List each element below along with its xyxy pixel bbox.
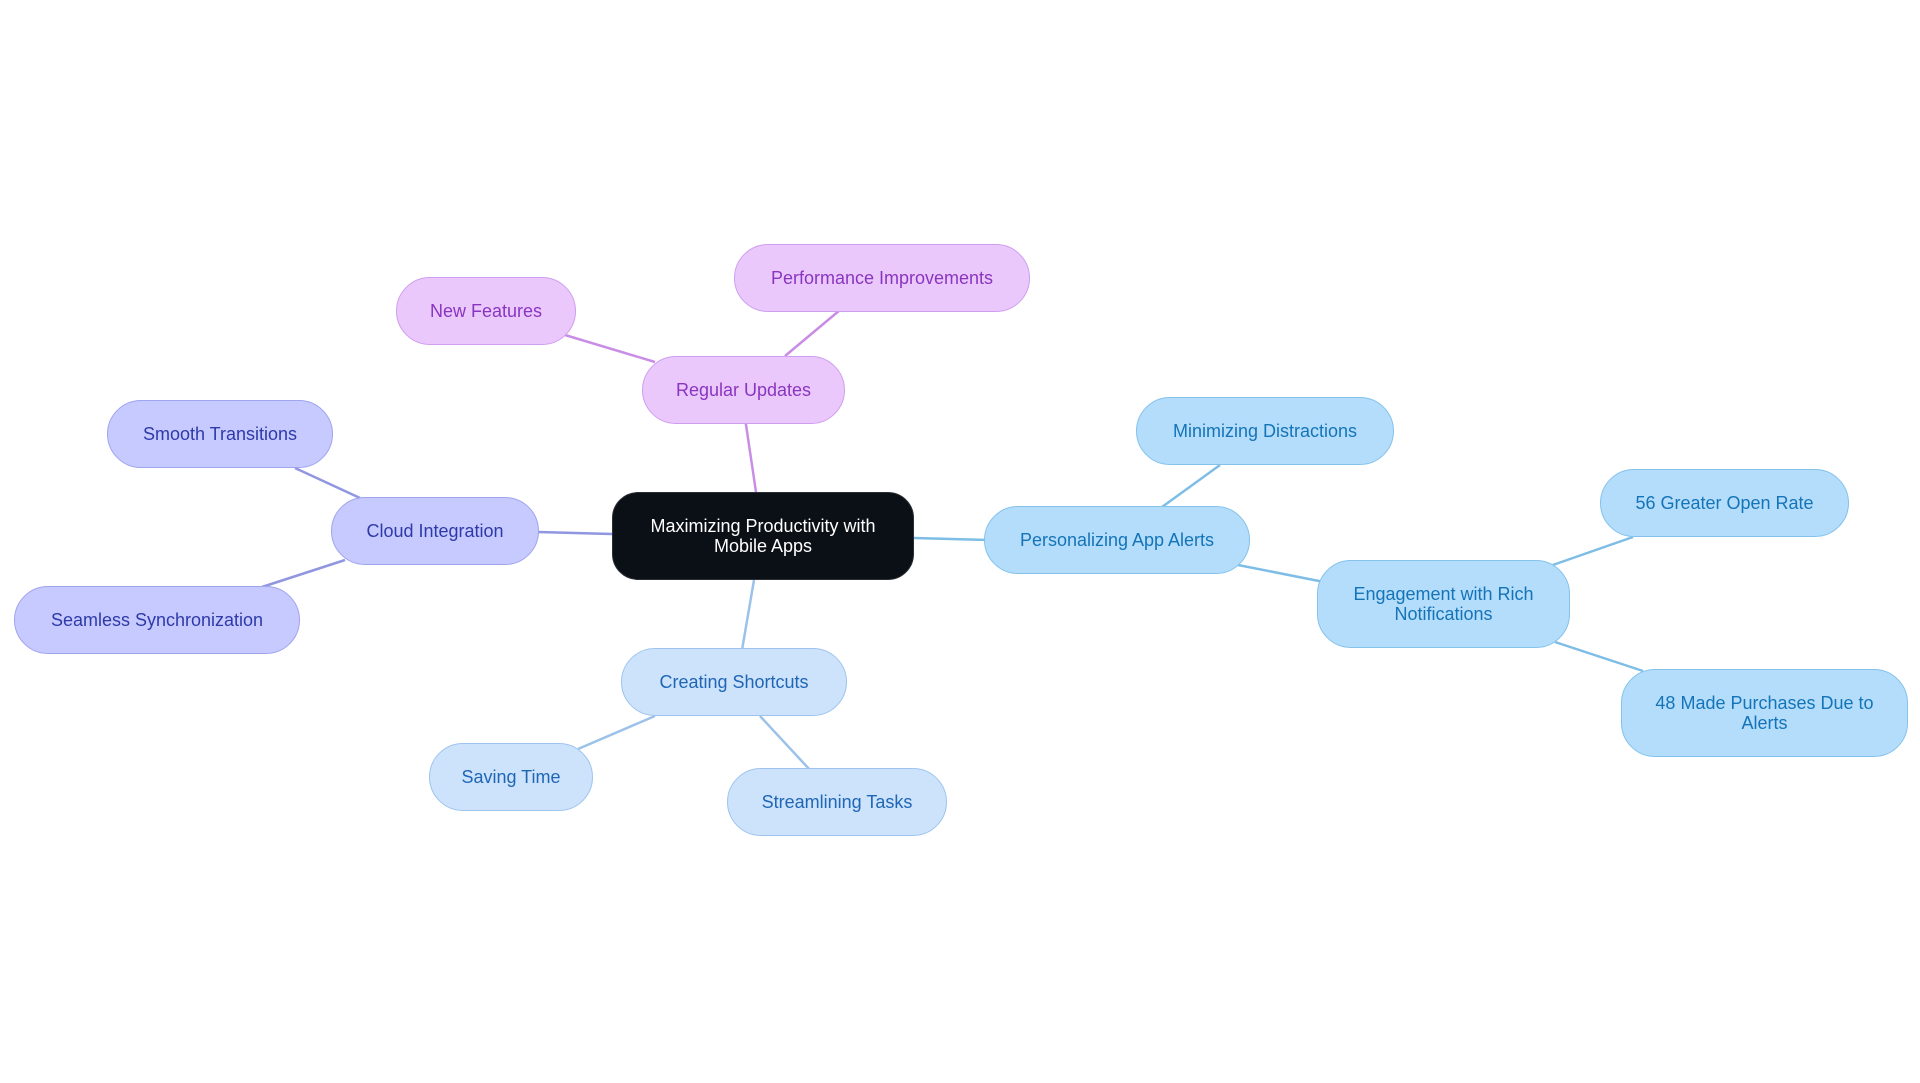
mind-map-canvas: Maximizing Productivity with Mobile Apps… — [0, 0, 1920, 1083]
node-label: New Features — [429, 301, 543, 321]
edge-root-regular-updates — [743, 417, 758, 493]
node-label: Saving Time — [461, 767, 561, 787]
node-engagement-rich-notifications[interactable]: Engagement with Rich Notifications — [1317, 560, 1570, 648]
node-streamlining-tasks[interactable]: Streamlining Tasks — [727, 768, 947, 836]
edge-alerts-rich-notifications — [1237, 563, 1325, 584]
edge-alerts-minimizing-distractions — [1161, 463, 1221, 509]
node-48-made-purchases[interactable]: 48 Made Purchases Due to Alerts — [1621, 669, 1908, 757]
node-label: Engagement with Rich Notifications — [1353, 584, 1534, 624]
node-creating-shortcuts[interactable]: Creating Shortcuts — [621, 648, 847, 716]
node-label: 56 Greater Open Rate — [1635, 493, 1814, 513]
node-label: Personalizing App Alerts — [1019, 530, 1215, 550]
edge-shortcuts-saving-time — [577, 714, 656, 751]
node-smooth-transitions[interactable]: Smooth Transitions — [107, 400, 333, 468]
node-label: Regular Updates — [675, 380, 812, 400]
edge-root-creating-shortcuts — [740, 579, 756, 651]
edge-root-cloud-integration — [537, 530, 613, 536]
edge-rich-purchases — [1554, 640, 1644, 673]
node-label: Streamlining Tasks — [761, 792, 913, 812]
edge-cloud-smooth-transitions — [294, 466, 361, 500]
node-minimizing-distractions[interactable]: Minimizing Distractions — [1136, 397, 1394, 465]
edge-shortcuts-streamlining — [759, 715, 811, 771]
root-node-label: Maximizing Productivity with Mobile Apps — [650, 516, 876, 556]
node-personalizing-app-alerts[interactable]: Personalizing App Alerts — [984, 506, 1250, 574]
edges-layer — [261, 309, 1644, 771]
node-label: Seamless Synchronization — [50, 610, 264, 630]
node-label: Performance Improvements — [770, 268, 994, 288]
node-seamless-synchronization[interactable]: Seamless Synchronization — [14, 586, 300, 654]
node-cloud-integration[interactable]: Cloud Integration — [331, 497, 539, 565]
node-56-greater-open-rate[interactable]: 56 Greater Open Rate — [1600, 469, 1849, 537]
node-label: 48 Made Purchases Due to Alerts — [1655, 693, 1874, 733]
edge-cloud-seamless-sync — [261, 558, 346, 589]
node-label: Smooth Transitions — [142, 424, 298, 444]
edge-rich-open-rate — [1549, 535, 1634, 568]
node-new-features[interactable]: New Features — [396, 277, 576, 345]
root-node[interactable]: Maximizing Productivity with Mobile Apps — [612, 492, 914, 580]
node-saving-time[interactable]: Saving Time — [429, 743, 593, 811]
edge-root-personalizing-alerts — [913, 536, 989, 542]
node-regular-updates[interactable]: Regular Updates — [642, 356, 845, 424]
node-label: Minimizing Distractions — [1172, 421, 1358, 441]
node-label: Creating Shortcuts — [659, 672, 809, 692]
node-performance-improvements[interactable]: Performance Improvements — [734, 244, 1030, 312]
edge-regular-updates-new-features — [564, 333, 656, 364]
node-label: Cloud Integration — [366, 521, 504, 541]
edge-regular-updates-performance — [784, 309, 841, 357]
